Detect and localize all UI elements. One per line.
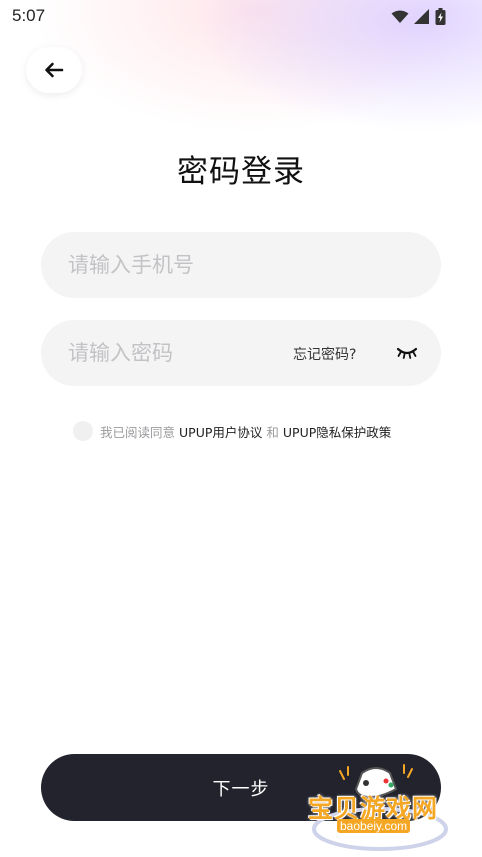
back-button[interactable]	[26, 47, 82, 93]
password-input[interactable]	[68, 320, 278, 386]
page-title: 密码登录	[177, 154, 305, 190]
arrow-left-icon	[45, 62, 64, 78]
agreement-row: 我已阅读同意 UPUP用户协议 和 UPUP隐私保护政策	[73, 421, 391, 441]
phone-field[interactable]	[41, 232, 441, 298]
status-icons	[391, 8, 446, 25]
password-field[interactable]: 忘记密码?	[41, 320, 441, 386]
next-button[interactable]: 下一步	[41, 754, 441, 821]
wifi-icon	[391, 10, 409, 23]
status-time: 5:07	[12, 6, 46, 25]
watermark-url: baobeiy.com	[337, 819, 411, 833]
phone-input[interactable]	[68, 232, 408, 298]
signal-icon	[414, 9, 429, 24]
agreement-prefix: 我已阅读同意	[100, 424, 176, 440]
user-agreement-link[interactable]: UPUP用户协议	[179, 422, 262, 441]
eye-closed-icon[interactable]	[395, 344, 419, 362]
agreement-conjunction: 和	[266, 424, 279, 440]
privacy-policy-link[interactable]: UPUP隐私保护政策	[283, 422, 391, 441]
agreement-checkbox[interactable]	[73, 421, 93, 441]
battery-charging-icon	[435, 8, 446, 25]
status-bar: 5:07	[0, 0, 482, 34]
background-gradient	[0, 0, 482, 260]
forgot-password-link[interactable]: 忘记密码?	[293, 344, 356, 364]
